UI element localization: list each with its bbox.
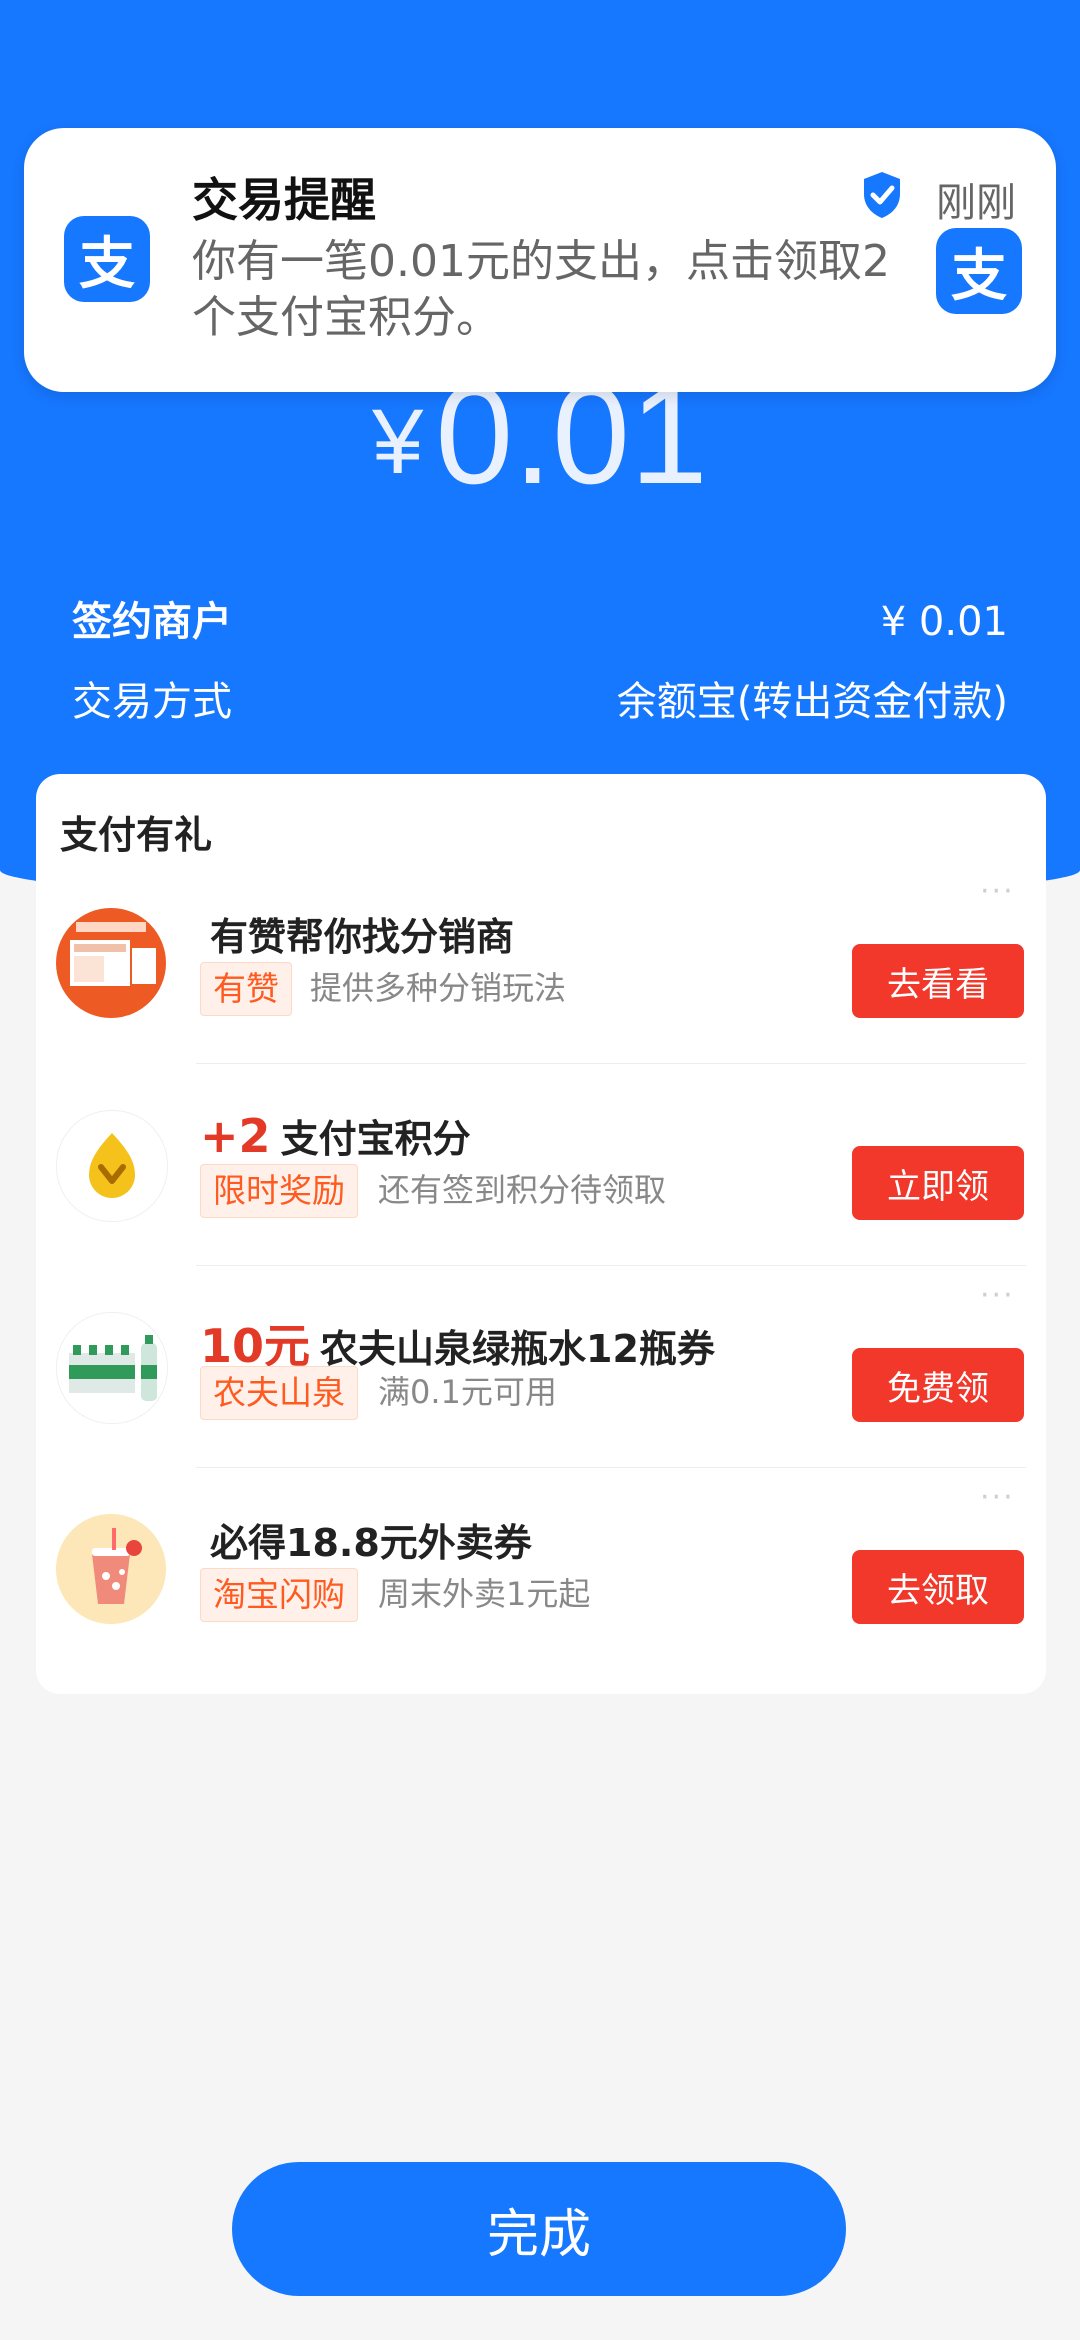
promo-highlight: 10元 (200, 1319, 311, 1373)
youzan-thumbnail (56, 908, 166, 1018)
alipay-app-icon: 支 (64, 216, 150, 302)
promo-title: 必得18.8元外卖券 (200, 1512, 532, 1567)
promo-tag: 淘宝闪购 (200, 1568, 358, 1622)
promo-title-text: 农夫山泉绿瓶水12瓶券 (320, 1327, 715, 1371)
method-row: 交易方式 余额宝(转出资金付款) (72, 674, 1008, 730)
promo-desc: 还有签到积分待领取 (378, 1171, 667, 1209)
free-claim-button[interactable]: 免费领 (852, 1348, 1024, 1422)
notification-time: 刚刚 (936, 180, 1016, 226)
verified-shield-icon (864, 172, 900, 218)
promo-desc: 提供多种分销玩法 (310, 969, 567, 1007)
promo-title: +2 支付宝积分 (200, 1108, 471, 1163)
currency-symbol: ¥ (372, 391, 424, 493)
method-label: 交易方式 (72, 679, 232, 725)
merchant-value: ¥ 0.01 (880, 599, 1008, 645)
rewards-title: 支付有礼 (60, 813, 213, 857)
merchant-row: 签约商户 ¥ 0.01 (72, 594, 1008, 650)
promo-title: 有赞帮你找分销商 (200, 906, 514, 961)
promo-item-points[interactable]: +2 支付宝积分 限时奖励 还有签到积分待领取 立即领 (36, 1064, 1046, 1266)
promo-tag: 限时奖励 (200, 1164, 358, 1218)
notification-body: 你有一笔0.01元的支出，点击领取2个支付宝积分。 (192, 236, 890, 343)
alipay-app-icon: 支 (936, 228, 1022, 314)
more-options-icon[interactable]: ··· (980, 1480, 1015, 1515)
go-look-button[interactable]: 去看看 (852, 944, 1024, 1018)
promo-tag: 农夫山泉 (200, 1366, 358, 1420)
promo-tag: 有赞 (200, 962, 292, 1016)
promo-title-text: 必得18.8元外卖券 (210, 1521, 532, 1565)
water-bottles-thumbnail (56, 1312, 168, 1424)
promo-desc: 满0.1元可用 (378, 1373, 557, 1411)
more-options-icon[interactable]: ··· (980, 874, 1015, 909)
promo-desc: 周末外卖1元起 (378, 1575, 591, 1613)
promo-item-takeout[interactable]: ··· 必得18.8元外卖券 淘宝闪购 周末外卖1元起 去领取 (36, 1468, 1046, 1670)
claim-now-button[interactable]: 立即领 (852, 1146, 1024, 1220)
method-value: 余额宝(转出资金付款) (616, 679, 1008, 725)
promo-title-text: 有赞帮你找分销商 (210, 915, 515, 959)
points-coin-icon (56, 1110, 168, 1222)
drink-thumbnail (56, 1514, 166, 1624)
promo-item-youzan[interactable]: ··· 有赞帮你找分销商 有赞 提供多种分销玩法 去看看 (36, 862, 1046, 1064)
done-button[interactable]: 完成 (232, 2162, 846, 2296)
notification-title: 交易提醒 (192, 173, 376, 227)
transaction-notification[interactable]: 支 交易提醒 你有一笔0.01元的支出，点击领取2个支付宝积分。 刚刚 支 (24, 128, 1056, 392)
more-options-icon[interactable]: ··· (980, 1278, 1015, 1313)
promo-highlight: +2 (200, 1109, 271, 1163)
merchant-label: 签约商户 (72, 599, 232, 645)
promo-item-water[interactable]: ··· 10元 农夫山泉绿瓶水12瓶券 农夫山泉 满0.1元可用 免费领 (36, 1266, 1046, 1468)
go-claim-button[interactable]: 去领取 (852, 1550, 1024, 1624)
promo-title-text: 支付宝积分 (280, 1117, 471, 1161)
rewards-card: 支付有礼 ··· 有赞帮你找分销商 有赞 提供多种分销玩法 去看看 +2 支付宝… (36, 774, 1046, 1694)
